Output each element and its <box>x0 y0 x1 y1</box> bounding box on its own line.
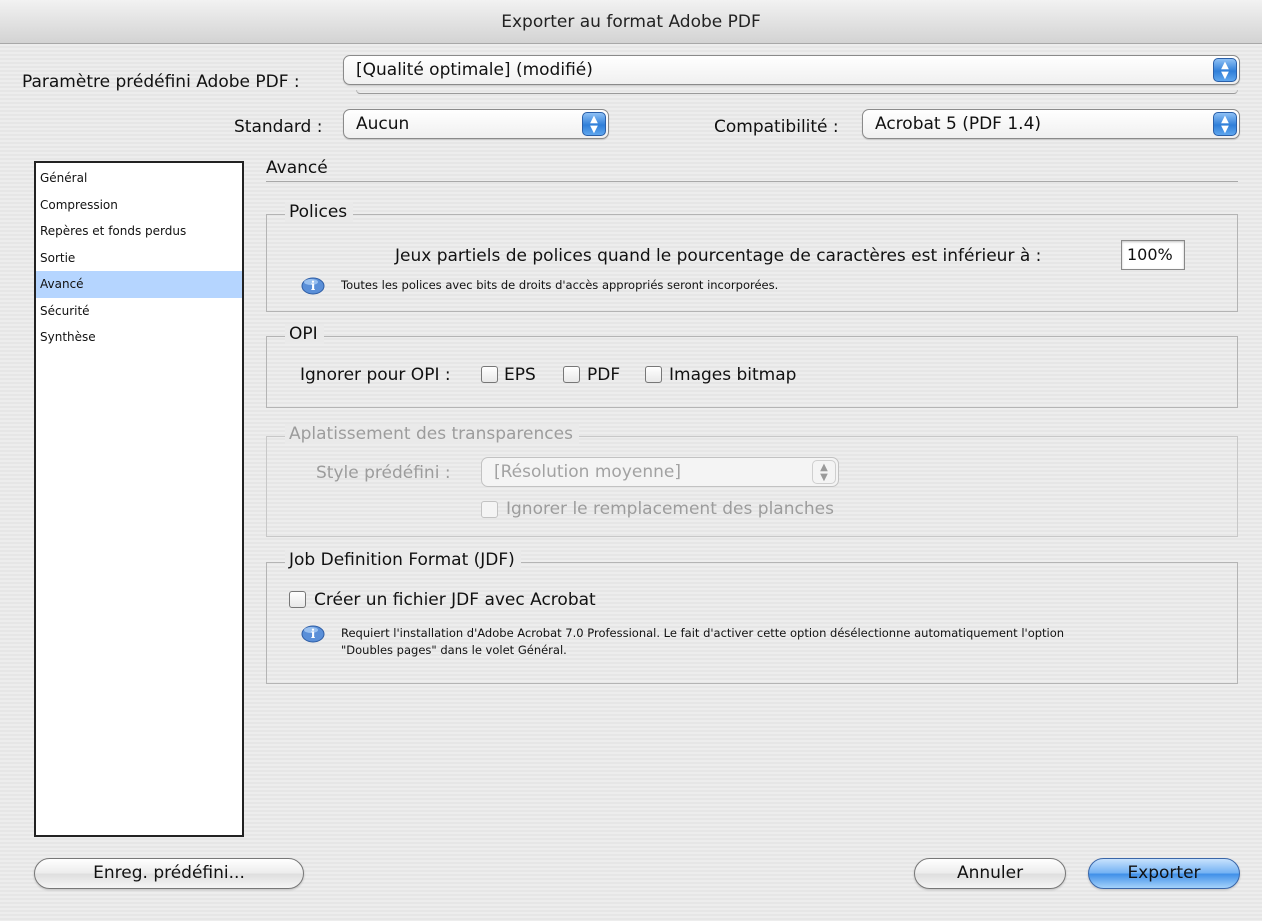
up-down-arrows-icon: ▲ ▼ <box>812 460 836 484</box>
jdf-info-line-2: "Doubles pages" dans le volet Général. <box>341 643 567 657</box>
save-preset-button[interactable]: Enreg. prédéfini... <box>34 858 304 889</box>
subset-threshold-label: Jeux partiels de polices quand le pource… <box>395 246 1042 266</box>
compatibility-popup[interactable]: Acrobat 5 (PDF 1.4) ▲ ▼ <box>862 109 1240 139</box>
opi-group-title: OPI <box>285 324 324 344</box>
sidebar-item-security[interactable]: Sécurité <box>36 298 242 325</box>
sidebar-item-compression[interactable]: Compression <box>36 192 242 219</box>
compatibility-value: Acrobat 5 (PDF 1.4) <box>875 114 1042 134</box>
flattener-style-popup[interactable]: [Résolution moyenne] ▲ ▼ <box>481 457 839 487</box>
ignore-spread-overrides-label: Ignorer le remplacement des planches <box>506 499 834 519</box>
info-icon: i <box>301 625 325 643</box>
opi-eps-checkbox[interactable] <box>481 366 498 383</box>
export-pdf-dialog: Exporter au format Adobe PDF Paramètre p… <box>0 0 1262 921</box>
svg-text:i: i <box>311 279 316 293</box>
preset-value: [Qualité optimale] (modifié) <box>356 60 593 80</box>
svg-text:i: i <box>311 627 316 641</box>
sidebar-item-summary[interactable]: Synthèse <box>36 324 242 351</box>
up-down-arrows-icon: ▲ ▼ <box>1213 112 1237 136</box>
jdf-group: Job Definition Format (JDF) Créer un fic… <box>266 550 1238 684</box>
subset-threshold-input[interactable]: 100% <box>1121 240 1185 270</box>
flattener-style-label: Style prédéfini : <box>316 463 451 483</box>
opi-bitmap-checkbox[interactable] <box>645 366 662 383</box>
flattener-style-value: [Résolution moyenne] <box>494 462 681 482</box>
opi-group: OPI Ignorer pour OPI : EPS PDF Images bi… <box>266 324 1238 408</box>
standard-value: Aucun <box>356 114 410 134</box>
category-list: Général Compression Repères et fonds per… <box>34 161 244 837</box>
ignore-spread-overrides-checkbox[interactable] <box>481 501 498 518</box>
sidebar-item-output[interactable]: Sortie <box>36 245 242 272</box>
up-down-arrows-icon: ▲ ▼ <box>1213 58 1237 82</box>
opi-omit-label: Ignorer pour OPI : <box>300 365 451 385</box>
opi-pdf-label: PDF <box>587 365 621 385</box>
standard-popup[interactable]: Aucun ▲ ▼ <box>343 109 609 139</box>
jdf-group-title: Job Definition Format (JDF) <box>285 550 521 570</box>
sidebar-item-advanced[interactable]: Avancé <box>36 271 242 298</box>
flattener-group: Aplatissement des transparences Style pr… <box>266 424 1238 537</box>
fonts-info-text: Toutes les polices avec bits de droits d… <box>341 278 779 292</box>
info-icon: i <box>301 277 325 295</box>
section-divider <box>266 181 1238 182</box>
up-down-arrows-icon: ▲ ▼ <box>582 112 606 136</box>
section-title: Avancé <box>266 158 328 178</box>
compatibility-label: Compatibilité : <box>714 117 839 137</box>
cancel-button[interactable]: Annuler <box>914 858 1066 889</box>
jdf-info-line-1: Requiert l'installation d'Adobe Acrobat … <box>341 626 1065 640</box>
opi-bitmap-label: Images bitmap <box>669 365 797 385</box>
fonts-group-title: Polices <box>285 202 354 222</box>
preset-popup[interactable]: [Qualité optimale] (modifié) ▲ ▼ <box>343 55 1240 85</box>
fonts-group: Polices Jeux partiels de polices quand l… <box>266 202 1238 312</box>
preset-popup-underline <box>356 90 1238 94</box>
sidebar-item-general[interactable]: Général <box>36 165 242 192</box>
standard-label: Standard : <box>234 117 323 137</box>
sidebar-item-marks-bleeds[interactable]: Repères et fonds perdus <box>36 218 242 245</box>
opi-eps-label: EPS <box>504 365 536 385</box>
opi-pdf-checkbox[interactable] <box>563 366 580 383</box>
preset-label: Paramètre prédéfini Adobe PDF : <box>22 72 300 92</box>
flattener-group-title: Aplatissement des transparences <box>285 424 579 444</box>
window-title: Exporter au format Adobe PDF <box>0 0 1262 44</box>
create-jdf-checkbox[interactable] <box>289 591 306 608</box>
create-jdf-label: Créer un fichier JDF avec Acrobat <box>314 590 596 610</box>
export-button[interactable]: Exporter <box>1088 858 1240 889</box>
